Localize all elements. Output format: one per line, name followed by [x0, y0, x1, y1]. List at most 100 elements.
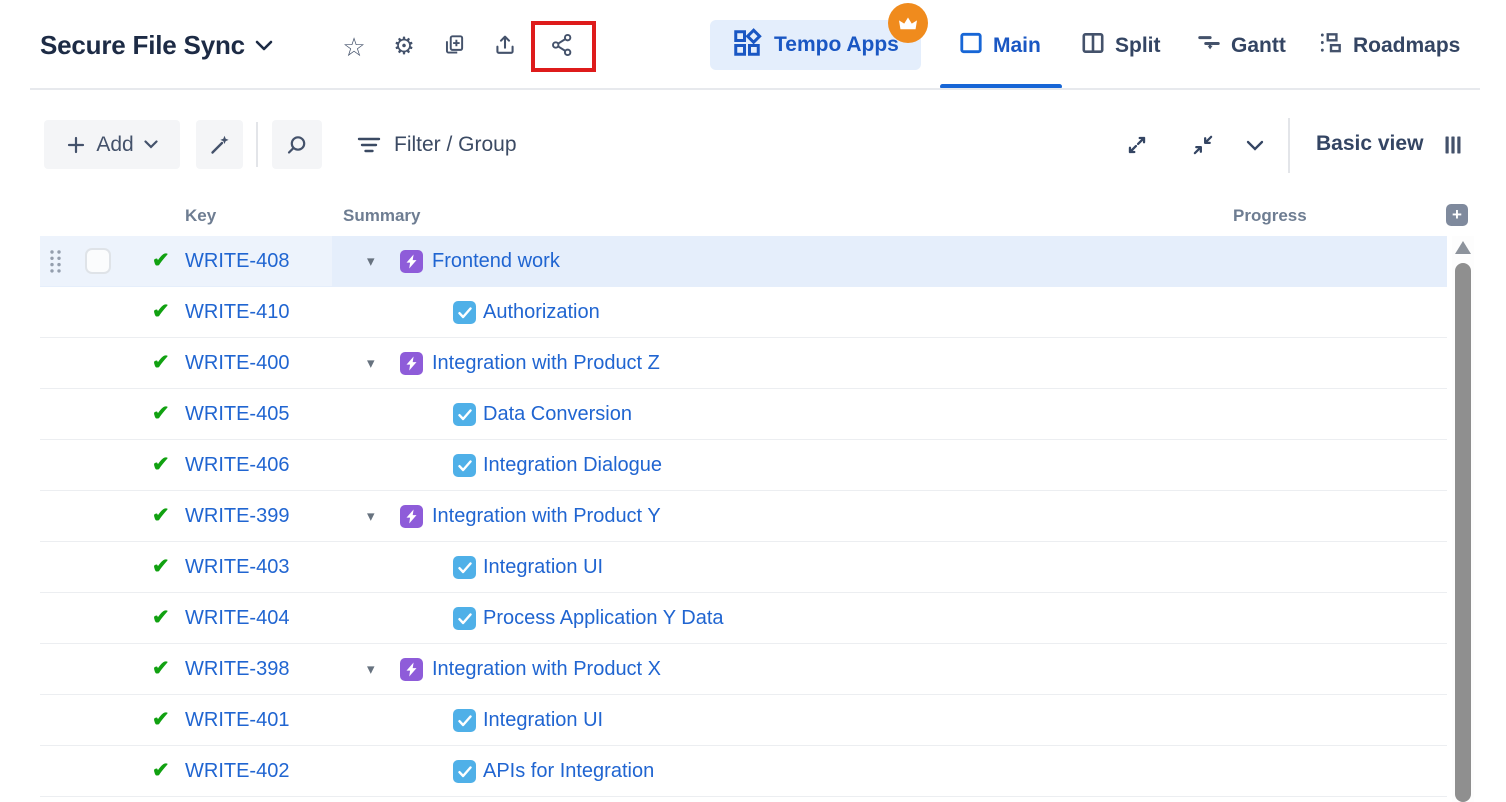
table-row[interactable]: ✔ WRITE-404 Process Application Y Data [40, 593, 1447, 644]
search-button[interactable] [272, 120, 322, 169]
premium-crown-badge [888, 3, 928, 43]
wand-icon [208, 133, 232, 157]
expand-all-button[interactable] [1124, 132, 1150, 158]
issue-summary-link[interactable]: Integration with Product Z [432, 352, 660, 375]
drag-handle[interactable] [48, 248, 63, 280]
tempo-apps-label: Tempo Apps [774, 33, 899, 57]
collapse-all-button[interactable] [1190, 132, 1216, 158]
issue-key-link[interactable]: WRITE-402 [185, 760, 289, 783]
column-header-key[interactable]: Key [185, 206, 216, 226]
add-button-label: Add [96, 133, 133, 157]
issue-key-link[interactable]: WRITE-408 [185, 250, 289, 273]
gantt-icon [1196, 30, 1222, 61]
issue-summary-link[interactable]: APIs for Integration [483, 760, 654, 783]
header-divider [30, 88, 1480, 90]
progress-bar [1235, 765, 1400, 778]
columns-icon [1441, 133, 1465, 157]
issue-summary-link[interactable]: Data Conversion [483, 403, 632, 426]
tempo-apps-icon [732, 28, 762, 63]
collapse-triangle-icon[interactable]: ▾ [367, 660, 375, 680]
table-row[interactable]: ✔ WRITE-401 Integration UI [40, 695, 1447, 746]
row-checkbox[interactable] [85, 248, 111, 274]
status-done-check-icon: ✔ [152, 402, 170, 426]
roadmaps-icon [1318, 30, 1344, 61]
app-header: Secure File Sync ☆ ⚙ [0, 0, 1506, 89]
tab-split[interactable]: Split [1080, 30, 1161, 61]
collapse-triangle-icon[interactable]: ▾ [367, 354, 375, 374]
column-header-summary[interactable]: Summary [343, 206, 420, 226]
task-type-icon [453, 403, 476, 426]
issue-key-link[interactable]: WRITE-404 [185, 607, 289, 630]
task-type-icon [453, 556, 476, 579]
view-selector[interactable]: Basic view [1316, 132, 1423, 156]
table-row[interactable]: ✔ WRITE-410 Authorization [40, 287, 1447, 338]
structure-title-menu[interactable]: Secure File Sync [40, 30, 273, 61]
issue-key-link[interactable]: WRITE-403 [185, 556, 289, 579]
table-row[interactable]: ✔ WRITE-398 ▾ Integration with Product X [40, 644, 1447, 695]
add-column-button[interactable]: + [1446, 204, 1468, 226]
add-button[interactable]: Add [44, 120, 180, 169]
main-panel-icon [958, 30, 984, 61]
collapse-all-icon [1190, 132, 1216, 158]
issue-key-link[interactable]: WRITE-406 [185, 454, 289, 477]
issue-key-link[interactable]: WRITE-410 [185, 301, 289, 324]
progress-bar [1235, 357, 1400, 370]
crown-icon [898, 15, 918, 31]
settings-button[interactable]: ⚙ [390, 33, 418, 61]
issue-summary-link[interactable]: Integration with Product X [432, 658, 661, 681]
issue-key-link[interactable]: WRITE-400 [185, 352, 289, 375]
issue-summary-link[interactable]: Process Application Y Data [483, 607, 724, 630]
scrollbar-up-arrow[interactable] [1455, 241, 1471, 254]
task-type-icon [453, 607, 476, 630]
issue-summary-link[interactable]: Frontend work [432, 250, 560, 273]
tab-roadmaps[interactable]: Roadmaps [1318, 30, 1460, 61]
table-row[interactable]: ✔ WRITE-403 Integration UI [40, 542, 1447, 593]
status-done-check-icon: ✔ [152, 300, 170, 324]
epic-type-icon [400, 505, 423, 528]
export-button[interactable] [491, 33, 519, 61]
issue-summary-link[interactable]: Authorization [483, 301, 600, 324]
columns-button[interactable] [1440, 132, 1466, 158]
epic-type-icon [400, 250, 423, 273]
copy-structure-button[interactable] [440, 33, 468, 61]
toolbar-divider [256, 122, 258, 167]
table-row[interactable]: ✔ WRITE-408 ▾ Frontend work [40, 236, 1447, 287]
issue-key-link[interactable]: WRITE-405 [185, 403, 289, 426]
table-row[interactable]: ✔ WRITE-406 Integration Dialogue [40, 440, 1447, 491]
issue-summary-link[interactable]: Integration UI [483, 556, 603, 579]
table-row[interactable]: ✔ WRITE-399 ▾ Integration with Product Y [40, 491, 1447, 542]
copy-add-icon [441, 32, 467, 63]
favorite-button[interactable]: ☆ [340, 33, 368, 61]
star-icon: ☆ [342, 34, 365, 60]
issue-summary-link[interactable]: Integration Dialogue [483, 454, 662, 477]
issue-key-link[interactable]: WRITE-398 [185, 658, 289, 681]
task-type-icon [453, 760, 476, 783]
status-done-check-icon: ✔ [152, 708, 170, 732]
progress-bar [1235, 663, 1400, 676]
status-done-check-icon: ✔ [152, 453, 170, 477]
page-title: Secure File Sync [40, 30, 245, 61]
tab-split-label: Split [1115, 34, 1161, 58]
column-header-progress[interactable]: Progress [1233, 206, 1307, 226]
status-done-check-icon: ✔ [152, 504, 170, 528]
issue-key-link[interactable]: WRITE-401 [185, 709, 289, 732]
status-done-check-icon: ✔ [152, 555, 170, 579]
issue-summary-link[interactable]: Integration UI [483, 709, 603, 732]
filter-group-button[interactable]: Filter / Group [356, 120, 517, 169]
issue-key-link[interactable]: WRITE-399 [185, 505, 289, 528]
progress-bar [1235, 510, 1400, 523]
tab-roadmaps-label: Roadmaps [1353, 34, 1460, 58]
more-view-options-button[interactable] [1242, 132, 1268, 158]
collapse-triangle-icon[interactable]: ▾ [367, 507, 375, 527]
status-done-check-icon: ✔ [152, 249, 170, 273]
tab-gantt[interactable]: Gantt [1196, 30, 1286, 61]
tab-main[interactable]: Main [958, 30, 1041, 61]
table-row[interactable]: ✔ WRITE-402 APIs for Integration [40, 746, 1447, 797]
table-row[interactable]: ✔ WRITE-400 ▾ Integration with Product Z [40, 338, 1447, 389]
collapse-triangle-icon[interactable]: ▾ [367, 252, 375, 272]
issue-summary-link[interactable]: Integration with Product Y [432, 505, 661, 528]
scrollbar-thumb[interactable] [1455, 263, 1471, 802]
task-type-icon [453, 454, 476, 477]
table-row[interactable]: ✔ WRITE-405 Data Conversion [40, 389, 1447, 440]
automation-wand-button[interactable] [196, 120, 243, 169]
